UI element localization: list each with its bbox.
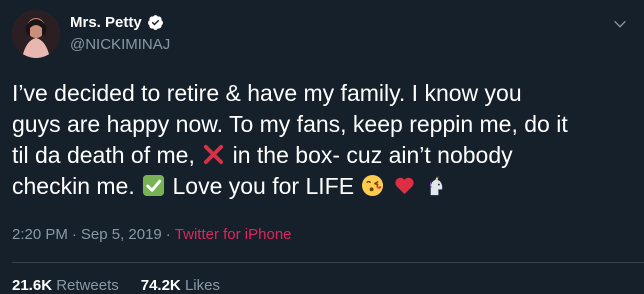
- tweet-text-segment: in the box- cuz ain’t nobody: [232, 142, 513, 168]
- likes-label: Likes: [184, 277, 220, 294]
- avatar-image: [12, 10, 60, 58]
- check-mark-button-emoji-icon: [143, 174, 165, 197]
- tweet-text: I’ve decided to retire & have my family.…: [12, 78, 622, 202]
- retweets-stat[interactable]: 21.6K Retweets: [12, 277, 119, 294]
- divider: [12, 262, 644, 263]
- tweet-text-segment: checkin me.: [12, 173, 135, 199]
- likes-count: 74.2K: [140, 277, 181, 294]
- meta-separator: ·: [71, 226, 77, 243]
- unicorn-emoji-icon: [430, 175, 443, 196]
- tweet-text-segment: Love you for LIFE: [172, 173, 355, 199]
- tweet-stats: 21.6K Retweets 74.2K Likes: [12, 277, 220, 294]
- meta-separator: ·: [165, 226, 171, 243]
- tweet-text-segment: til da death of me,: [12, 142, 195, 168]
- avatar[interactable]: [12, 10, 60, 58]
- face-blowing-kiss-emoji-icon: [362, 174, 384, 197]
- author-name-row: Mrs. Petty: [70, 14, 164, 31]
- user-handle[interactable]: @NICKIMINAJ: [70, 36, 170, 53]
- retweets-label: Retweets: [56, 277, 119, 294]
- tweet-line: til da death of me, in the box- cuz ain’…: [12, 140, 622, 171]
- tweet-line: I’ve decided to retire & have my family.…: [12, 80, 522, 106]
- display-name[interactable]: Mrs. Petty: [70, 14, 142, 31]
- likes-stat[interactable]: 74.2K Likes: [141, 277, 220, 294]
- tweet-line: checkin me. Love you for LIFE: [12, 171, 622, 202]
- tweet-date[interactable]: Sep 5, 2019: [81, 226, 162, 243]
- chevron-down-icon[interactable]: [612, 16, 628, 32]
- verified-badge-icon: [147, 15, 163, 30]
- red-heart-emoji-icon: [395, 177, 414, 195]
- tweet-source-link[interactable]: Twitter for iPhone: [175, 226, 292, 243]
- tweet-line: guys are happy now. To my fans, keep rep…: [12, 111, 568, 137]
- cross-mark-emoji-icon: [204, 144, 224, 165]
- retweets-count: 21.6K: [12, 277, 53, 294]
- tweet-time[interactable]: 2:20 PM: [12, 226, 68, 243]
- tweet-meta: 2:20 PM · Sep 5, 2019 · Twitter for iPho…: [12, 226, 292, 243]
